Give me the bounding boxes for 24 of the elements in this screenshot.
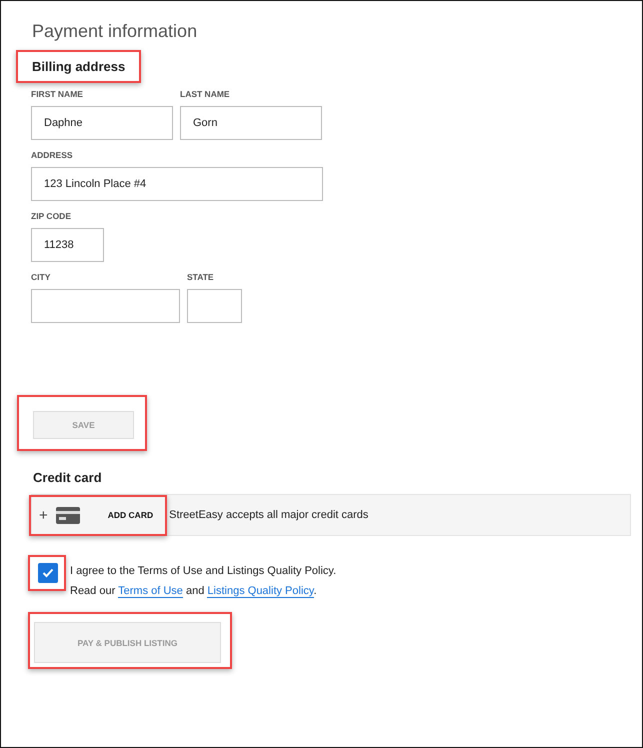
check-icon bbox=[42, 568, 54, 578]
input-field[interactable]: 11238 bbox=[31, 228, 104, 262]
section-heading: Credit card bbox=[33, 470, 103, 485]
field-label: CITY bbox=[31, 272, 52, 282]
policy-link[interactable]: Terms of Use bbox=[118, 585, 183, 598]
agreement-text: I agree to the Terms of Use and Listings Quality Policy. bbox=[70, 565, 336, 577]
page-title: Payment information bbox=[32, 21, 198, 42]
add-card-button[interactable]: + ADD CARD bbox=[31, 496, 162, 534]
input-field[interactable]: Gorn bbox=[180, 106, 322, 140]
credit-card-icon bbox=[56, 506, 80, 524]
input-field[interactable] bbox=[187, 289, 242, 323]
section-heading: Billing address bbox=[32, 59, 126, 74]
policy-link[interactable]: Listings Quality Policy bbox=[207, 585, 314, 598]
field-label: ADDRESS bbox=[31, 150, 74, 160]
input-field[interactable]: Daphne bbox=[31, 106, 173, 140]
field-label: FIRST NAME bbox=[31, 89, 84, 99]
policy-sentence: Read our Terms of Use and Listings Quality Policy. bbox=[70, 585, 318, 597]
field-label: STATE bbox=[187, 272, 215, 282]
checkbox[interactable] bbox=[38, 563, 58, 583]
field-label: ZIP CODE bbox=[31, 211, 72, 221]
field-label: LAST NAME bbox=[180, 89, 231, 99]
input-field[interactable] bbox=[31, 289, 180, 323]
card-note: StreetEasy accepts all major credit cards bbox=[169, 509, 368, 521]
input-field[interactable]: 123 Lincoln Place #4 bbox=[31, 167, 323, 201]
